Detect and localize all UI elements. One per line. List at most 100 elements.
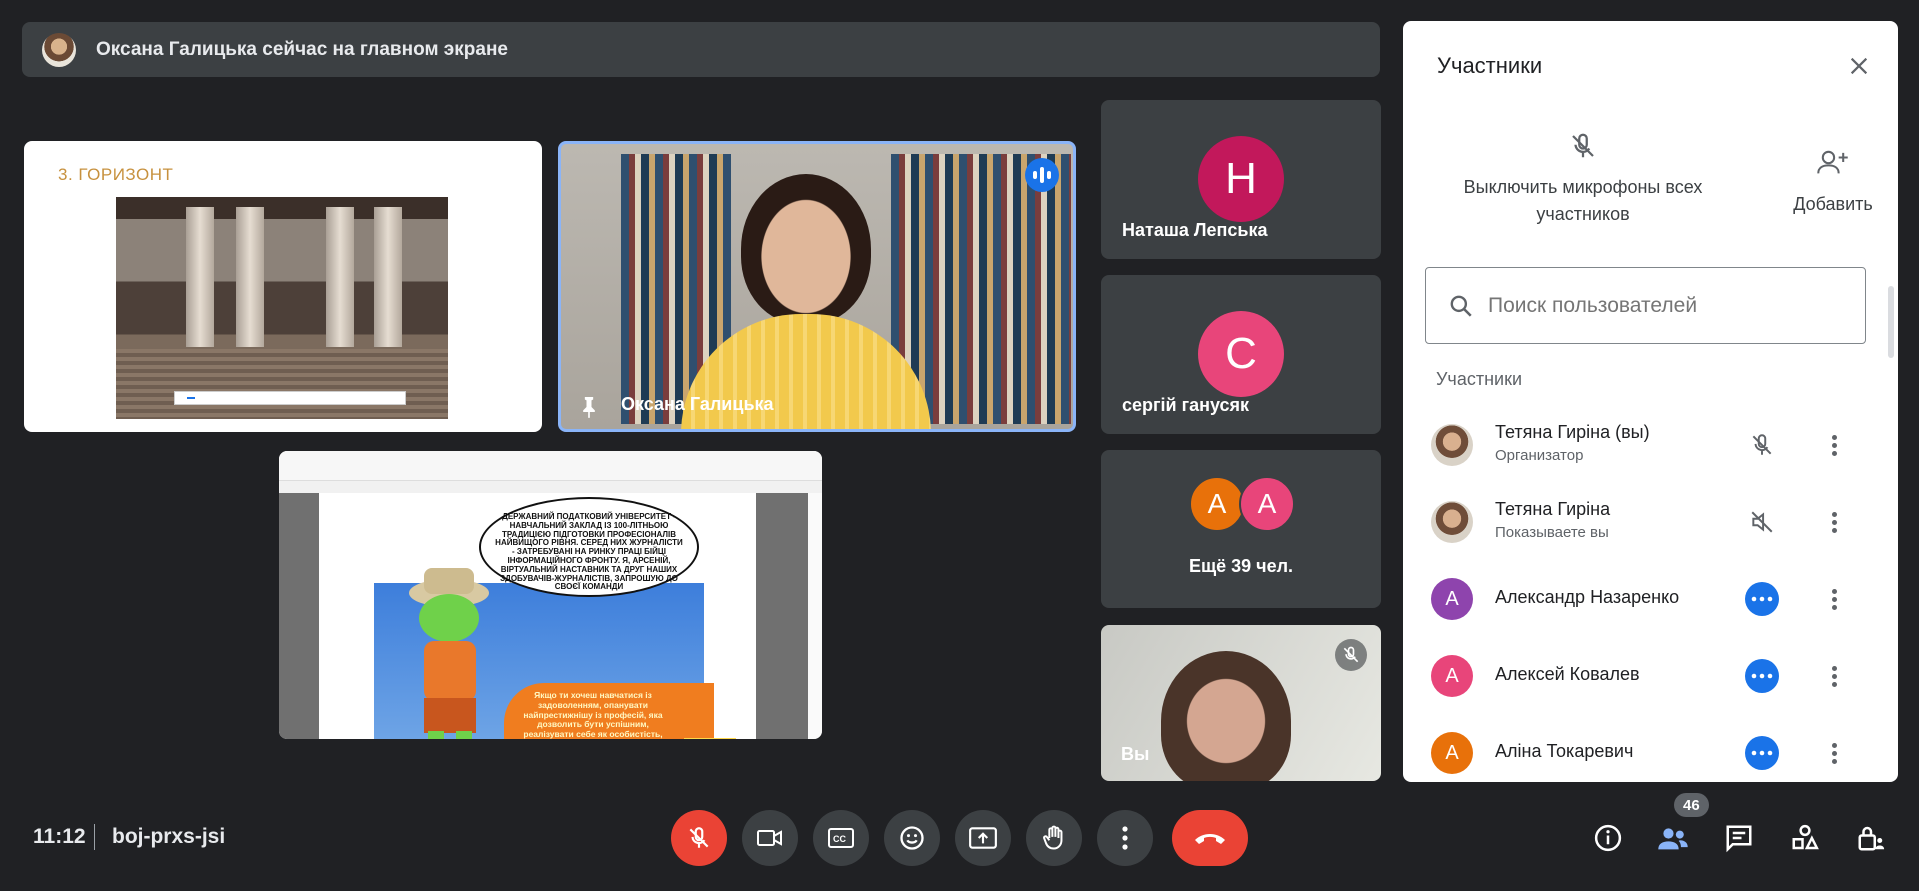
emoji-icon: [900, 826, 924, 850]
shapes-icon: [1792, 824, 1819, 850]
clock: 11:12: [33, 825, 86, 848]
more-options-icon[interactable]: [1819, 430, 1849, 460]
mute-all-label: Выключить микрофоны всех участников: [1463, 177, 1703, 224]
search-field[interactable]: [1425, 267, 1866, 344]
mic-toggle-button[interactable]: [671, 810, 727, 866]
closed-captions-icon: CC: [828, 828, 854, 848]
presenting-banner: Оксана Галицька сейчас на главном экране: [22, 22, 1380, 77]
meeting-details-button[interactable]: [1588, 818, 1628, 858]
list-item[interactable]: А Алексей Ковалев: [1403, 637, 1898, 714]
leave-call-button[interactable]: [1172, 810, 1248, 866]
comic-speech-bubble: ДЕРЖАВНИЙ ПОДАТКОВИЙ УНІВЕРСИТЕТ - НАВЧА…: [479, 497, 699, 597]
reactions-button[interactable]: [884, 810, 940, 866]
participant-tile[interactable]: С сергій ганусяк: [1101, 275, 1381, 434]
participant-count-badge: 46: [1674, 793, 1709, 817]
participant-tile[interactable]: Н Наташа Лепська: [1101, 100, 1381, 259]
list-item[interactable]: Тетяна Гиріна Показываете вы: [1403, 483, 1898, 560]
avatar: А: [1431, 732, 1473, 774]
more-horizontal-icon[interactable]: [1745, 582, 1779, 616]
speaking-indicator-icon: [1025, 158, 1059, 192]
avatar: [1431, 424, 1473, 466]
hang-up-icon: [1195, 834, 1225, 844]
shared-document-tile[interactable]: ДЕРЖАВНИЙ ПОДАТКОВИЙ УНІВЕРСИТЕТ - НАВЧА…: [279, 451, 822, 739]
more-horizontal-icon[interactable]: [1745, 659, 1779, 693]
people-icon: [1658, 828, 1688, 850]
mic-off-icon: [1745, 428, 1779, 462]
presenter-avatar: [42, 32, 76, 67]
meeting-code: boj-prxs-jsi: [112, 825, 226, 848]
pdf-toolbar: [279, 451, 822, 481]
mic-off-icon: [1335, 639, 1367, 671]
more-options-icon[interactable]: [1819, 738, 1849, 768]
banner-text: Оксана Галицька сейчас на главном экране: [96, 38, 508, 60]
list-item[interactable]: Тетяна Гиріна (вы) Организатор: [1403, 406, 1898, 483]
info-icon: [1594, 824, 1622, 852]
chat-icon: [1726, 825, 1752, 853]
more-vertical-icon: [1122, 826, 1128, 850]
participant-role: Показываете вы: [1495, 524, 1609, 541]
more-horizontal-icon[interactable]: [1745, 736, 1779, 770]
people-button[interactable]: [1653, 818, 1693, 858]
list-item[interactable]: А Аліна Токаревич: [1403, 714, 1898, 782]
slide-title: 3. ГОРИЗОНТ: [58, 165, 174, 184]
add-people-label: Добавить: [1793, 194, 1873, 214]
add-people-button[interactable]: Добавить: [1773, 147, 1893, 215]
more-options-icon[interactable]: [1819, 661, 1849, 691]
speaker-tile[interactable]: Оксана Галицька: [558, 141, 1076, 432]
add-person-icon: [1817, 150, 1848, 174]
frog-mascot-image: [409, 568, 489, 739]
divider: [94, 824, 95, 850]
self-name: Вы: [1121, 744, 1150, 764]
svg-text:CC: CC: [833, 834, 846, 844]
more-options-icon[interactable]: [1819, 507, 1849, 537]
more-options-button[interactable]: [1097, 810, 1153, 866]
pin-icon[interactable]: [579, 395, 599, 419]
host-controls-button[interactable]: [1851, 818, 1891, 858]
slide-photo: [116, 197, 448, 419]
activities-button[interactable]: [1785, 818, 1825, 858]
more-participants-label: Ещё 39 чел.: [1188, 556, 1294, 576]
pdf-side-toolbar: [808, 493, 822, 739]
search-input[interactable]: [1488, 293, 1818, 318]
present-to-all-icon: [969, 827, 997, 849]
slide-consent-bar: [174, 391, 406, 405]
video-camera-icon: [757, 830, 782, 846]
more-options-icon[interactable]: [1819, 584, 1849, 614]
participant-role: Организатор: [1495, 447, 1584, 464]
document-page: ДЕРЖАВНИЙ ПОДАТКОВИЙ УНІВЕРСИТЕТ - НАВЧА…: [319, 493, 756, 739]
participants-panel: Участники Выключить микрофоны всех участ…: [1403, 21, 1898, 782]
close-icon[interactable]: [1844, 51, 1874, 81]
present-screen-button[interactable]: [955, 810, 1011, 866]
participant-name: Наташа Лепська: [1122, 220, 1268, 240]
avatar: А: [1431, 578, 1473, 620]
more-participants-tile[interactable]: А А Ещё 39 чел.: [1101, 450, 1381, 608]
qr-code-image: [684, 738, 736, 739]
list-item[interactable]: А Александр Назаренко: [1403, 560, 1898, 637]
section-label: Участники: [1436, 369, 1522, 389]
participant-name: сергій ганусяк: [1122, 395, 1250, 415]
self-view-tile[interactable]: Вы: [1101, 625, 1381, 781]
mute-all-button[interactable]: Выключить микрофоны всех участников: [1443, 131, 1723, 228]
slide-tile[interactable]: 3. ГОРИЗОНТ: [24, 141, 542, 432]
participant-avatar: Н: [1198, 136, 1284, 222]
participant-avatar: А: [1189, 476, 1245, 532]
slide-bar-button: [187, 397, 195, 399]
lock-person-icon: [1858, 826, 1885, 851]
captions-button[interactable]: CC: [813, 810, 869, 866]
mic-off-icon: [1572, 133, 1594, 158]
camera-toggle-button[interactable]: [742, 810, 798, 866]
chat-button[interactable]: [1719, 818, 1759, 858]
volume-off-icon: [1745, 505, 1779, 539]
avatar: А: [1431, 655, 1473, 697]
panel-title: Участники: [1437, 53, 1543, 78]
avatar: [1431, 501, 1473, 543]
participant-list: Тетяна Гиріна (вы) Организатор Тетяна Ги…: [1403, 406, 1898, 782]
panel-scrollbar[interactable]: [1888, 286, 1894, 358]
speaker-video: [741, 174, 871, 324]
comic-promo-text: Якщо ти хочеш навчатися із задоволенням,…: [504, 683, 714, 739]
participant-name: Тетяна Гиріна: [1495, 499, 1611, 519]
participant-name: Алексей Ковалев: [1495, 664, 1640, 684]
raise-hand-button[interactable]: [1026, 810, 1082, 866]
search-icon: [1450, 295, 1472, 317]
participant-avatar: С: [1198, 311, 1284, 397]
